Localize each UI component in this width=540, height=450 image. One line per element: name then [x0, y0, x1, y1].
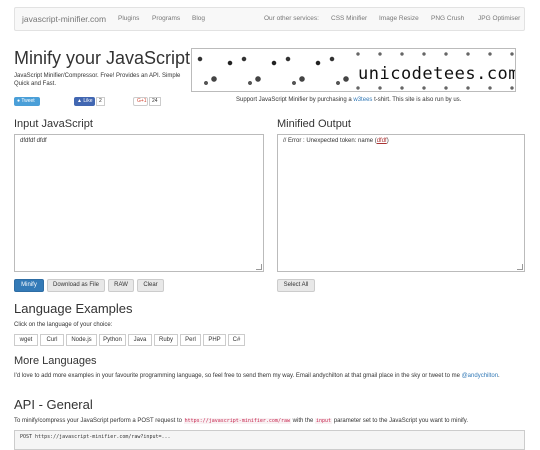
brand-link[interactable]: javascript-minifier.com	[22, 14, 106, 24]
tweet-label: Tweet	[21, 98, 35, 104]
nav-link-jpg-optimiser[interactable]: JPG Optimiser	[478, 15, 520, 22]
input-label: Input JavaScript	[14, 118, 93, 130]
more-languages-heading: More Languages	[14, 355, 97, 367]
support-prefix: Support JavaScript Minifier by purchasin…	[236, 97, 354, 103]
resize-handle[interactable]	[517, 264, 523, 270]
language-examples-heading: Language Examples	[14, 301, 133, 316]
api-url: https://javascript-minifier.com/raw	[183, 418, 291, 424]
tab-wget[interactable]: wget	[14, 334, 38, 346]
banner-text: unicodetees.com	[358, 64, 516, 84]
facebook-like-button[interactable]: ▲ Like	[74, 97, 95, 106]
error-token: dfdf	[376, 138, 387, 144]
tab-ruby[interactable]: Ruby	[154, 334, 178, 346]
more-languages-body: I'd love to add more examples in your fa…	[14, 373, 462, 379]
tab-perl[interactable]: Perl	[180, 334, 201, 346]
nav-link-plugins[interactable]: Plugins	[118, 15, 139, 22]
nav-link-image-resize[interactable]: Image Resize	[379, 15, 419, 22]
sparkle-border-top	[352, 49, 515, 59]
api-code-block: POST https://javascript-minifier.com/raw…	[14, 430, 525, 450]
minify-button[interactable]: Minify	[14, 279, 44, 292]
minified-output-textarea[interactable]: // Error : Unexpected token: name (dfdf)	[277, 134, 525, 272]
download-as-file-button[interactable]: Download as File	[47, 279, 105, 292]
input-javascript-textarea[interactable]: dfdfdf dfdf	[14, 134, 264, 272]
tab-nodejs[interactable]: Node.js	[66, 334, 97, 346]
google-plus-button[interactable]: G+1	[133, 97, 148, 106]
top-navbar: javascript-minifier.com Plugins Programs…	[14, 7, 525, 31]
resize-handle[interactable]	[256, 264, 262, 270]
icon-pattern-graphic	[192, 49, 352, 91]
facebook-thumb-icon: ▲	[77, 98, 82, 104]
tweet-button[interactable]: ● Tweet	[14, 97, 40, 106]
raw-button[interactable]: RAW	[108, 279, 134, 292]
page-tagline: JavaScript Minifier/Compressor. Free! Pr…	[14, 73, 181, 87]
tab-java[interactable]: Java	[128, 334, 152, 346]
gplus-count: 24	[149, 97, 161, 106]
api-param: input	[315, 418, 333, 424]
api-text-mid: with the	[290, 418, 315, 424]
twitter-handle-link[interactable]: @andychilton	[462, 373, 498, 379]
api-general-heading: API - General	[14, 397, 93, 412]
nav-link-programs[interactable]: Programs	[152, 15, 180, 22]
nav-link-css-minifier[interactable]: CSS Minifier	[331, 15, 367, 22]
support-text: Support JavaScript Minifier by purchasin…	[236, 97, 461, 103]
error-suffix: )	[386, 138, 389, 144]
nav-link-png-crush[interactable]: PNG Crush	[431, 15, 464, 22]
twitter-bird-icon: ●	[17, 98, 21, 104]
tab-php[interactable]: PHP	[203, 334, 226, 346]
like-count: 2	[96, 97, 105, 106]
input-value: dfdfdf dfdf	[20, 138, 47, 144]
clear-button[interactable]: Clear	[137, 279, 164, 292]
like-label: Like	[83, 98, 93, 104]
support-suffix: t-shirt. This site is also run by us.	[372, 97, 462, 103]
tab-csharp[interactable]: C#	[228, 334, 245, 346]
tab-python[interactable]: Python	[99, 334, 126, 346]
error-prefix: // Error : Unexpected token: name (	[283, 138, 377, 144]
api-description: To minify/compress your JavaScript perfo…	[14, 417, 525, 425]
output-label: Minified Output	[277, 118, 351, 130]
more-languages-end: .	[498, 373, 500, 379]
select-all-button[interactable]: Select All	[277, 279, 315, 292]
nav-link-blog[interactable]: Blog	[192, 15, 205, 22]
sparkle-border-bottom	[352, 83, 515, 91]
tab-curl[interactable]: Curl	[40, 334, 64, 346]
unicodetees-banner[interactable]: unicodetees.com	[191, 48, 516, 92]
services-label: Our other services:	[264, 15, 319, 22]
w3tees-link[interactable]: w3tees	[353, 97, 372, 103]
api-text-suffix: parameter set to the JavaScript you want…	[332, 418, 469, 424]
page-title: Minify your JavaScript	[14, 48, 191, 68]
language-examples-subtitle: Click on the language of your choice:	[14, 322, 113, 328]
more-languages-text: I'd love to add more examples in your fa…	[14, 372, 525, 380]
api-text-prefix: To minify/compress your JavaScript perfo…	[14, 418, 184, 424]
